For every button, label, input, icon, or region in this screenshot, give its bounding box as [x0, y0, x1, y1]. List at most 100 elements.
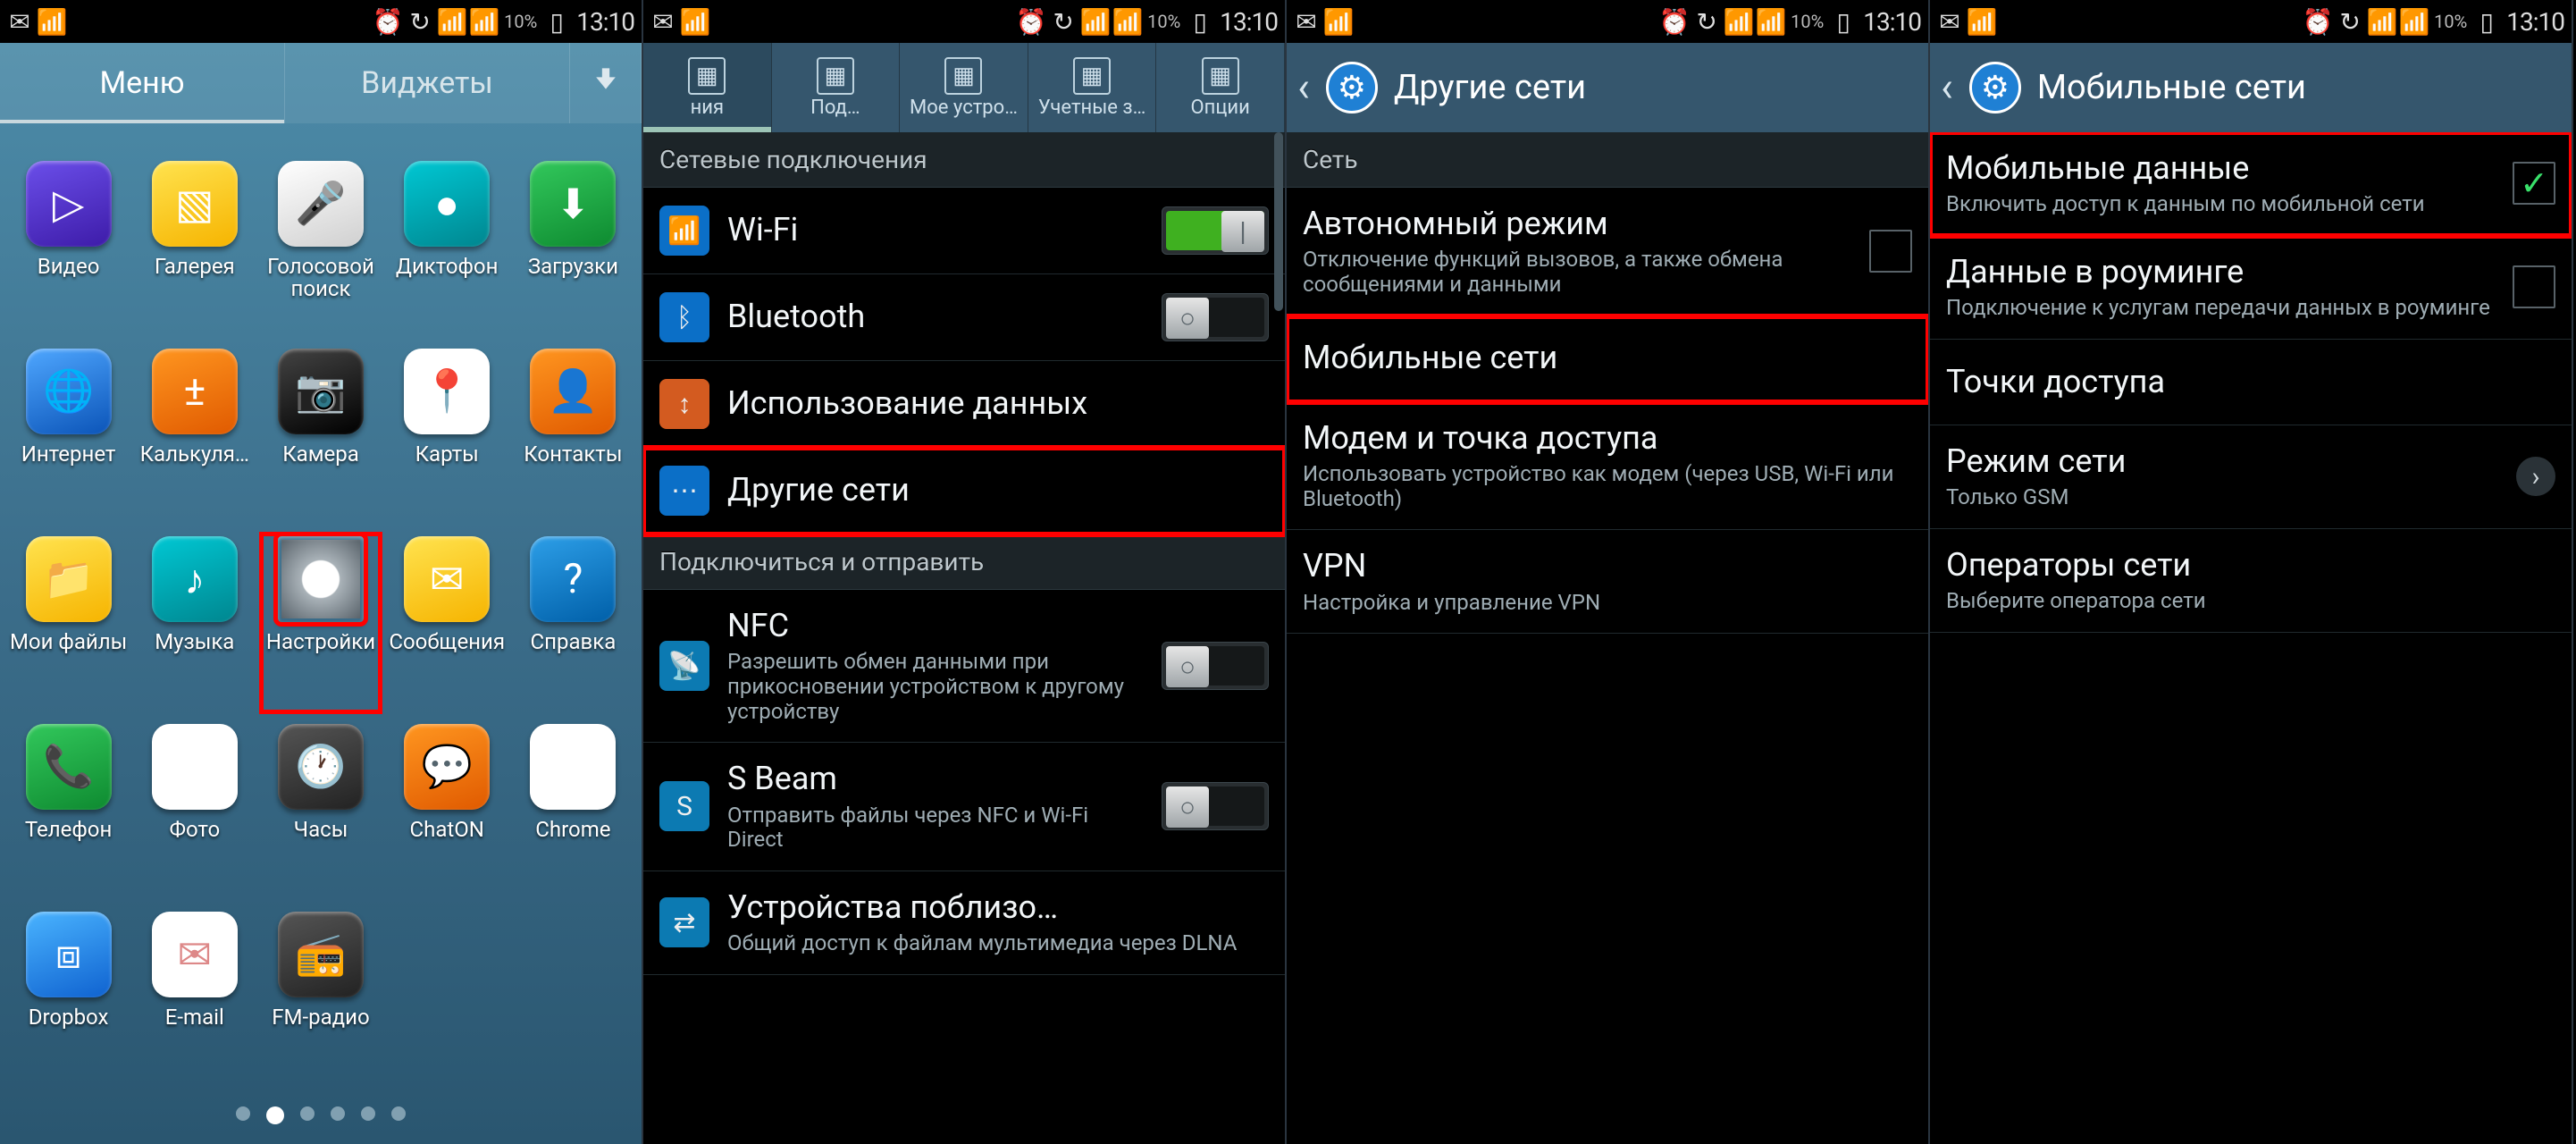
toggle[interactable]	[1162, 206, 1269, 255]
row-subtitle: Только GSM	[1946, 485, 2498, 510]
app-сообщения[interactable]: ✉ Сообщения	[384, 536, 510, 715]
checkbox[interactable]	[1869, 230, 1912, 273]
app-камера[interactable]: 📷 Камера	[257, 349, 383, 527]
wifi-status-icon: 📶	[2370, 9, 2395, 34]
app-загрузки[interactable]: ⬇ Загрузки	[510, 161, 636, 340]
app-e-mail[interactable]: ✉ E-mail	[131, 912, 257, 1090]
app-калькуля-[interactable]: ± Калькуля…	[131, 349, 257, 527]
app-справка[interactable]: ? Справка	[510, 536, 636, 715]
app-label: Часы	[294, 819, 348, 841]
app-icon: ⚙	[278, 536, 364, 622]
settings-row[interactable]: 📶 Wi-Fi	[643, 188, 1285, 274]
checkbox[interactable]: ✓	[2513, 162, 2555, 205]
app-интернет[interactable]: 🌐 Интернет	[5, 349, 131, 527]
row-icon: ⋯	[659, 466, 709, 516]
battery-percent: 10%	[504, 11, 537, 32]
checkbox[interactable]	[2513, 265, 2555, 308]
app-label: Галерея	[155, 256, 235, 278]
tab-icon: ▦	[1073, 57, 1111, 95]
alarm-icon: ⏰	[1019, 9, 1044, 34]
scrollbar[interactable]	[1274, 132, 1283, 1144]
settings-tab[interactable]: ▦Учетные з…	[1028, 43, 1157, 132]
page-dot[interactable]	[300, 1106, 315, 1121]
app-fm-радио[interactable]: 📻 FM-радио	[257, 912, 383, 1090]
toggle[interactable]	[1162, 642, 1269, 690]
tab-widgets[interactable]: Виджеты	[285, 43, 570, 123]
alarm-icon: ⏰	[375, 9, 400, 34]
row-title: VPN	[1303, 548, 1912, 585]
toggle[interactable]	[1162, 293, 1269, 341]
settings-row[interactable]: ⇄ Устройства поблизо…Общий доступ к файл…	[643, 871, 1285, 975]
tab-icon: ▦	[944, 57, 982, 95]
settings-row[interactable]: S S BeamОтправить файлы через NFC и Wi-F…	[643, 743, 1285, 871]
settings-row[interactable]: Автономный режимОтключение функций вызов…	[1287, 188, 1928, 316]
app-видео[interactable]: ▷ Видео	[5, 161, 131, 340]
battery-icon: ▯	[544, 9, 569, 34]
page-dot[interactable]	[266, 1106, 284, 1124]
settings-row[interactable]: Режим сетиТолько GSM›	[1930, 425, 2572, 529]
page-title: Другие сети	[1394, 68, 1586, 107]
app-chaton[interactable]: 💬 ChatON	[384, 724, 510, 903]
settings-tab[interactable]: ▦Мое устро…	[900, 43, 1028, 132]
app-настройки[interactable]: ⚙ Настройки	[258, 531, 383, 715]
app-icon: ⧈	[26, 912, 112, 997]
battery-percent: 10%	[1791, 11, 1824, 32]
settings-row[interactable]: Мобильные данныеВключить доступ к данным…	[1930, 132, 2572, 236]
status-bar: ✉ 📶 ⏰ ↻ 📶 📶 10% ▯ 13:10	[0, 0, 642, 43]
signal-icon: 📶	[472, 9, 497, 34]
page-dot[interactable]	[391, 1106, 406, 1121]
app-label: Музыка	[155, 631, 234, 653]
app-мои-файлы[interactable]: 📁 Мои файлы	[5, 536, 131, 715]
app-музыка[interactable]: ♪ Музыка	[131, 536, 257, 715]
settings-row[interactable]: VPNНастройка и управление VPN	[1287, 530, 1928, 634]
settings-row[interactable]: Модем и точка доступаИспользовать устрой…	[1287, 402, 1928, 531]
settings-icon: ⚙	[1326, 62, 1378, 114]
app-icon: 📁	[26, 536, 112, 622]
row-subtitle: Использовать устройство как модем (через…	[1303, 462, 1912, 511]
back-button[interactable]: ‹	[1941, 63, 1953, 112]
settings-tab[interactable]: ▦ния	[643, 43, 772, 132]
alarm-icon: ⏰	[2305, 9, 2330, 34]
app-icon: 💬	[404, 724, 490, 810]
app-контакты[interactable]: 👤 Контакты	[510, 349, 636, 527]
row-title: Bluetooth	[727, 299, 1144, 335]
settings-row[interactable]: ᛒ Bluetooth	[643, 274, 1285, 361]
status-bar: ✉📶 ⏰↻📶📶10%▯13:10	[1930, 0, 2572, 43]
app-dropbox[interactable]: ⧈ Dropbox	[5, 912, 131, 1090]
row-title: Wi-Fi	[727, 212, 1144, 248]
settings-row[interactable]: ↕ Использование данных	[643, 361, 1285, 448]
app-телефон[interactable]: 📞 Телефон	[5, 724, 131, 903]
tab-apps[interactable]: Меню	[0, 43, 285, 123]
page-dot[interactable]	[331, 1106, 345, 1121]
app-карты[interactable]: 📍 Карты	[384, 349, 510, 527]
toggle[interactable]	[1162, 782, 1269, 830]
settings-row[interactable]: Данные в роумингеПодключение к услугам п…	[1930, 236, 2572, 340]
settings-row[interactable]: ⋯ Другие сети	[643, 448, 1285, 534]
back-button[interactable]: ‹	[1297, 63, 1310, 112]
alarm-icon: ⏰	[1662, 9, 1687, 34]
download-button[interactable]	[570, 43, 642, 123]
page-dot[interactable]	[236, 1106, 250, 1121]
app-label: Мои файлы	[10, 631, 127, 653]
app-галерея[interactable]: ▧ Галерея	[131, 161, 257, 340]
app-icon: ♪	[152, 536, 238, 622]
settings-row[interactable]: 📡 NFCРазрешить обмен данными при прикосн…	[643, 590, 1285, 743]
page-dot[interactable]	[361, 1106, 375, 1121]
settings-tab[interactable]: ▦Опции	[1156, 43, 1285, 132]
settings-tab[interactable]: ▦Под…	[772, 43, 901, 132]
signal-icon: 📶	[2402, 9, 2427, 34]
app-chrome[interactable]: ◉ Chrome	[510, 724, 636, 903]
app-icon: ✉	[404, 536, 490, 622]
tab-label: Учетные з…	[1038, 97, 1145, 119]
app-диктофон[interactable]: ● Диктофон	[384, 161, 510, 340]
app-часы[interactable]: 🕐 Часы	[257, 724, 383, 903]
app-фото[interactable]: ✦ Фото	[131, 724, 257, 903]
settings-row[interactable]: Мобильные сети	[1287, 316, 1928, 402]
settings-row[interactable]: Операторы сетиВыберите оператора сети	[1930, 529, 2572, 633]
chevron-right-icon: ›	[2516, 457, 2555, 496]
status-bar: ✉📶 ⏰↻📶📶10%▯13:10	[643, 0, 1285, 43]
row-subtitle: Включить доступ к данным по мобильной се…	[1946, 192, 2495, 217]
app-голосовой-поиск[interactable]: 🎤 Голосовой поиск	[257, 161, 383, 340]
app-label: Загрузки	[528, 256, 618, 278]
settings-row[interactable]: Точки доступа	[1930, 340, 2572, 425]
